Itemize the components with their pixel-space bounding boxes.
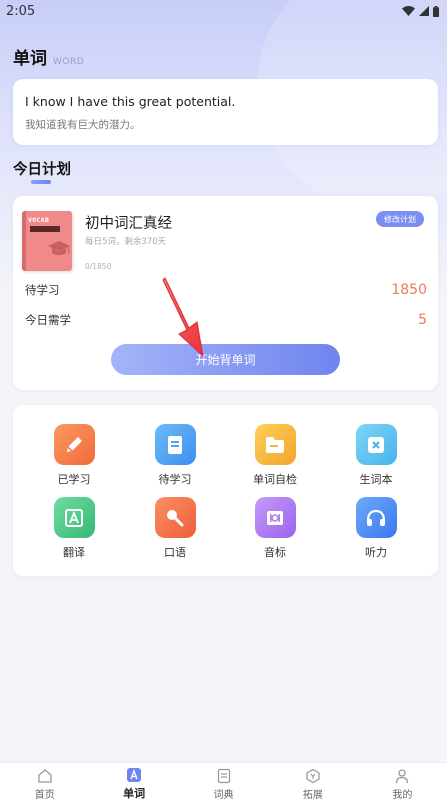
tab-home[interactable]: 首页 (0, 763, 89, 804)
features-grid-card: 已学习 待学习 单词自检 生词本 翻译 口语 音标 听力 (13, 405, 438, 576)
grid-label: 生词本 (359, 473, 393, 486)
bottom-tab-bar: 首页 单词 词典 拓展 我的 (0, 762, 447, 804)
book-name: 初中词汇真经 (85, 216, 172, 232)
word-icon (126, 767, 142, 783)
edit-plan-button[interactable]: 修改计划 (376, 211, 424, 227)
page-title: 单词 (13, 49, 47, 69)
close-box-icon (355, 424, 397, 465)
profile-icon (394, 768, 410, 784)
tab-label: 词典 (213, 789, 234, 801)
book-meta: 每日5词，剩余370天 (85, 237, 167, 247)
pointer-arrow-icon (162, 277, 204, 358)
today-plan-card: VOCAB 初中词汇真经 每日5词，剩余370天 0/1850 修改计划 待学习… (13, 196, 438, 390)
grid-item-self-check[interactable]: 单词自检 (235, 424, 315, 487)
phonetic-icon (254, 497, 296, 538)
stat-label-pending: 待学习 (25, 283, 60, 297)
page-header: 单词 WORD (13, 44, 84, 69)
status-icons (402, 5, 439, 17)
tab-label: 我的 (392, 789, 413, 801)
tab-label: 拓展 (302, 789, 323, 801)
grid-item-speaking[interactable]: 口语 (135, 497, 215, 560)
folder-icon (254, 424, 296, 465)
quote-chinese: 我知道我有巨大的潜力。 (25, 119, 141, 131)
grid-label: 听力 (365, 546, 387, 559)
stat-row-today: 今日需学 5 (25, 312, 427, 328)
headphones-icon (355, 497, 397, 538)
tab-word[interactable]: 单词 (89, 763, 178, 804)
book-cover-band (30, 226, 60, 232)
home-icon (37, 768, 53, 784)
tab-profile[interactable]: 我的 (358, 763, 447, 804)
stat-label-today: 今日需学 (25, 313, 71, 327)
book-cover-title: VOCAB (28, 216, 50, 224)
grid-item-translate[interactable]: 翻译 (34, 497, 114, 560)
status-time: 2:05 (6, 3, 36, 19)
tab-label: 首页 (34, 789, 55, 801)
graduation-cap-icon (48, 241, 70, 255)
daily-quote-card[interactable]: I know I have this great potential. 我知道我… (13, 79, 438, 145)
microphone-icon (154, 497, 196, 538)
grid-label: 翻译 (63, 546, 85, 559)
status-bar: 2:05 (0, 0, 447, 22)
quote-english: I know I have this great potential. (25, 94, 236, 109)
book-cover[interactable]: VOCAB (22, 211, 72, 271)
page-subtitle: WORD (53, 57, 85, 67)
grid-item-phonetic[interactable]: 音标 (235, 497, 315, 560)
start-learning-button[interactable]: 开始背单词 (111, 344, 340, 375)
dictionary-icon (216, 768, 232, 784)
grid-label: 单词自检 (253, 473, 297, 486)
grid-item-listening[interactable]: 听力 (336, 497, 416, 560)
grid-item-learned[interactable]: 已学习 (34, 424, 114, 487)
signal-icon (419, 6, 429, 16)
wifi-icon (402, 6, 415, 16)
grid-label: 已学习 (57, 473, 91, 486)
grid-label: 口语 (164, 546, 186, 559)
battery-icon (433, 5, 439, 17)
grid-item-vocab-book[interactable]: 生词本 (336, 424, 416, 487)
tab-label: 单词 (123, 787, 146, 800)
stat-value-today: 5 (418, 312, 427, 328)
book-progress: 0/1850 (85, 262, 112, 271)
stat-value-pending: 1850 (391, 282, 427, 298)
pencil-icon (53, 424, 95, 465)
tab-expand[interactable]: 拓展 (268, 763, 357, 804)
section-title-today-plan: 今日计划 (13, 162, 71, 178)
translate-icon (53, 497, 95, 538)
stat-row-pending: 待学习 1850 (25, 282, 427, 298)
grid-item-pending[interactable]: 待学习 (135, 424, 215, 487)
document-icon (154, 424, 196, 465)
expand-icon (305, 768, 321, 784)
grid-label: 待学习 (158, 473, 192, 486)
grid-label: 音标 (264, 546, 286, 559)
section-underline (31, 180, 51, 184)
tab-dictionary[interactable]: 词典 (179, 763, 268, 804)
